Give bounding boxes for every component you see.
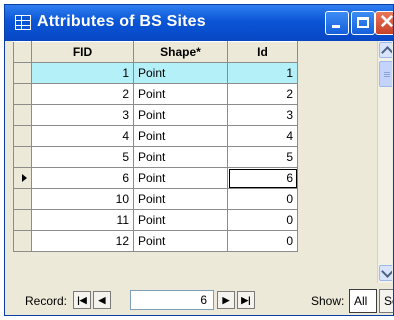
id-cell[interactable]: 0 [227,209,298,231]
vertical-scrollbar[interactable] [377,41,392,283]
close-button[interactable]: ✕ [375,11,394,35]
show-all-button[interactable]: All [349,289,377,313]
table-row[interactable]: 1 Point 1 [13,62,298,84]
fid-cell[interactable]: 11 [31,209,134,231]
shape-cell[interactable]: Point [133,83,228,105]
shape-cell[interactable]: Point [133,146,228,168]
chevron-up-icon [381,46,392,59]
show-selected-button[interactable]: Sele [379,289,393,313]
window-title: Attributes of BS Sites [37,13,206,30]
column-header-shape[interactable]: Shape* [133,41,228,63]
record-label: Record: [25,294,68,308]
title-bar[interactable]: Attributes of BS Sites ✕ [5,5,393,41]
minimize-button[interactable] [325,11,349,35]
fid-cell[interactable]: 6 [31,167,134,189]
column-header-fid[interactable]: FID [31,41,134,63]
row-selector-cell[interactable] [13,230,32,252]
scroll-down-button[interactable] [379,265,392,281]
fid-cell[interactable]: 1 [31,62,134,84]
attributes-window: Attributes of BS Sites ✕ FID Shape* Id 1… [4,4,394,316]
status-bar: Record: |◀ ◀ 6 ▶ ▶| Show: All Sele [5,287,393,315]
last-record-button[interactable]: ▶| [237,291,255,309]
fid-cell[interactable]: 10 [31,188,134,210]
row-selector-cell[interactable] [13,104,32,126]
shape-cell[interactable]: Point [133,104,228,126]
table-row[interactable]: 4 Point 4 [13,125,298,147]
fid-cell[interactable]: 5 [31,146,134,168]
scroll-thumb[interactable] [379,61,392,87]
first-record-button[interactable]: |◀ [73,291,91,309]
scroll-up-button[interactable] [379,42,392,59]
header-selector-cell[interactable] [13,41,32,63]
previous-record-button[interactable]: ◀ [93,291,111,309]
next-record-button[interactable]: ▶ [217,291,235,309]
table-row[interactable]: 5 Point 5 [13,146,298,168]
id-cell[interactable]: 0 [227,188,298,210]
shape-cell[interactable]: Point [133,209,228,231]
id-cell[interactable]: 4 [227,125,298,147]
grip-icon [384,72,390,73]
row-selector-cell[interactable] [13,125,32,147]
fid-cell[interactable]: 12 [31,230,134,252]
table-header-row: FID Shape* Id [13,41,298,63]
maximize-button[interactable] [351,11,375,35]
id-cell[interactable]: 6 [227,167,298,189]
maximize-icon [357,17,369,28]
row-selector-cell[interactable] [13,167,32,189]
show-label: Show: [311,294,345,308]
shape-cell[interactable]: Point [133,62,228,84]
row-selector-cell[interactable] [13,146,32,168]
id-cell[interactable]: 1 [227,62,298,84]
attribute-table: FID Shape* Id 1 Point 1 2 Point 2 3 Point 3 4 Poin… [13,41,298,252]
attribute-table-area: FID Shape* Id 1 Point 1 2 Point 2 3 Point 3 4 Poin… [13,41,392,283]
record-number-input[interactable]: 6 [130,290,214,310]
minimize-icon [332,25,340,28]
id-cell[interactable]: 5 [227,146,298,168]
id-cell[interactable]: 2 [227,83,298,105]
fid-cell[interactable]: 4 [31,125,134,147]
row-selector-cell[interactable] [13,83,32,105]
column-header-id[interactable]: Id [227,41,298,63]
chevron-down-icon [381,265,392,278]
current-record-arrow-icon [22,174,27,182]
fid-cell[interactable]: 3 [31,104,134,126]
table-row[interactable]: 6 Point 6 [13,167,298,189]
table-icon [15,15,31,30]
shape-cell[interactable]: Point [133,125,228,147]
row-selector-cell[interactable] [13,209,32,231]
table-row[interactable]: 2 Point 2 [13,83,298,105]
id-cell[interactable]: 3 [227,104,298,126]
shape-cell[interactable]: Point [133,230,228,252]
table-row[interactable]: 10 Point 0 [13,188,298,210]
fid-cell[interactable]: 2 [31,83,134,105]
close-icon: ✕ [379,12,394,33]
row-selector-cell[interactable] [13,62,32,84]
table-row[interactable]: 11 Point 0 [13,209,298,231]
row-selector-cell[interactable] [13,188,32,210]
id-cell[interactable]: 0 [227,230,298,252]
table-row[interactable]: 12 Point 0 [13,230,298,252]
table-row[interactable]: 3 Point 3 [13,104,298,126]
shape-cell[interactable]: Point [133,188,228,210]
shape-cell[interactable]: Point [133,167,228,189]
